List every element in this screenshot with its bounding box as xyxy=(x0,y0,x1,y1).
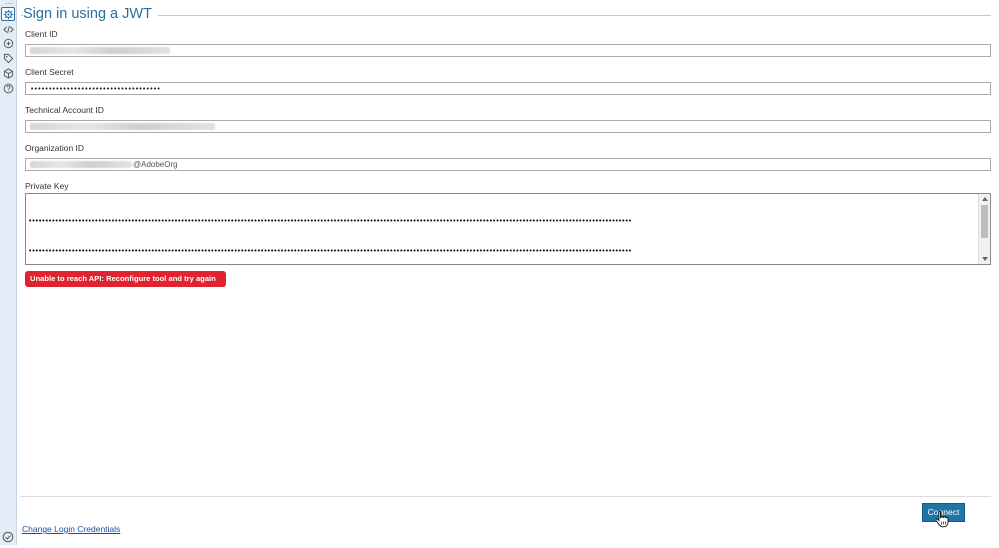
cube-icon[interactable] xyxy=(2,67,14,79)
redacted-value xyxy=(30,123,215,131)
client-secret-value: •••••••••••••••••••••••••••••••••••• xyxy=(30,85,161,93)
redacted-value xyxy=(30,47,170,55)
tag-icon[interactable] xyxy=(2,52,14,64)
client-secret-label: Client Secret xyxy=(25,67,74,77)
private-key-line: ••••••••••••••••••••••••••••••••••••••••… xyxy=(28,247,632,255)
hand-cursor-icon xyxy=(935,510,949,528)
page-title: Sign in using a JWT xyxy=(23,6,158,22)
organization-id-label: Organization ID xyxy=(25,143,85,153)
private-key-textarea[interactable]: ••••••••••••••••••••••••••••••••••••••••… xyxy=(25,193,991,265)
client-id-input[interactable] xyxy=(25,44,991,57)
footer-divider xyxy=(20,496,991,497)
client-id-label: Client ID xyxy=(25,29,58,39)
technical-account-id-label: Technical Account ID xyxy=(25,105,104,115)
private-key-value: ••••••••••••••••••••••••••••••••••••••••… xyxy=(28,196,976,262)
private-key-label: Private Key xyxy=(25,181,69,191)
change-login-credentials-link[interactable]: Change Login Credentials xyxy=(22,524,120,534)
tool-rail: ··· xyxy=(0,0,17,545)
private-key-line: ••••••••••••••••••••••••••••••••••••••••… xyxy=(28,217,632,225)
scroll-down-icon[interactable] xyxy=(982,257,988,261)
check-circle-icon xyxy=(2,530,14,543)
settings-icon[interactable] xyxy=(1,7,15,21)
redacted-value xyxy=(30,161,132,169)
error-message: Unable to reach API: Reconfigure tool an… xyxy=(25,271,226,287)
scroll-thumb[interactable] xyxy=(981,205,988,238)
help-icon[interactable] xyxy=(2,82,14,94)
private-key-scrollbar[interactable] xyxy=(978,194,990,264)
technical-account-id-input[interactable] xyxy=(25,120,991,133)
client-secret-input[interactable]: •••••••••••••••••••••••••••••••••••• xyxy=(25,82,991,95)
connection-icon[interactable] xyxy=(2,37,14,49)
section-header: Sign in using a JWT xyxy=(21,6,991,24)
title-divider xyxy=(21,15,991,16)
code-icon[interactable] xyxy=(2,23,14,35)
organization-id-suffix: @AdobeOrg xyxy=(133,160,178,169)
scroll-up-icon[interactable] xyxy=(982,197,988,201)
organization-id-input[interactable]: @AdobeOrg xyxy=(25,158,991,171)
